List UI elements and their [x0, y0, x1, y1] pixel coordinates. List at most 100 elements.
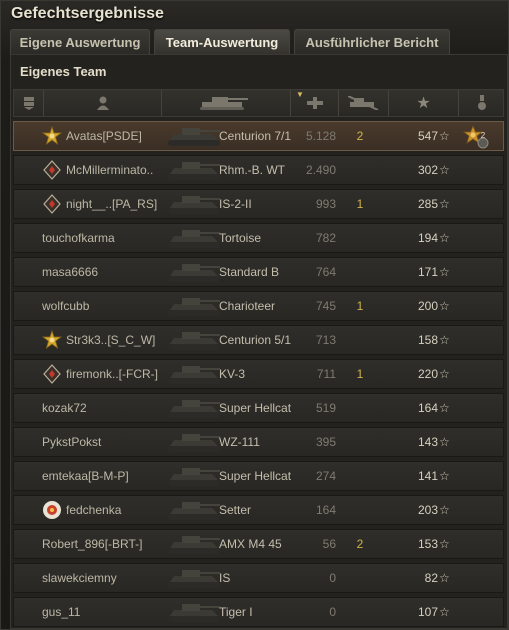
xp-value: 171	[417, 265, 438, 279]
player-row[interactable]: emtekaa[B-M-P] Super Hellcat 274 141 ☆	[13, 461, 504, 491]
tab-own-evaluation[interactable]: Eigene Auswertung	[10, 29, 150, 54]
player-row[interactable]: slawekciemny IS 0 82 ☆	[13, 563, 504, 593]
player-name[interactable]: slawekciemny	[42, 564, 117, 592]
battle-results-window: Gefechtsergebnisse Eigene Auswertung Tea…	[0, 0, 509, 630]
xp-star-icon: ☆	[439, 401, 450, 415]
player-row[interactable]: firemonk..[-FCR-] KV-3 711 1 220 ☆	[13, 359, 504, 389]
kills-value: 2	[356, 537, 364, 551]
player-row[interactable]: Str3k3..[S_C_W] Centurion 5/1 713 158 ☆	[13, 325, 504, 355]
medal-count: 2	[480, 131, 486, 140]
tank-name: Tortoise	[219, 231, 262, 245]
player-name[interactable]: touchofkarma	[42, 224, 115, 252]
tank-image-icon	[164, 564, 224, 592]
kills-value	[354, 394, 366, 422]
damage-value: 164	[315, 503, 336, 517]
team-panel: Eigenes Team ▼ ★ Avatas[PSDE] Centurion …	[10, 54, 508, 629]
xp-star-icon: ☆	[439, 231, 450, 245]
tab-detailed-report[interactable]: Ausführlicher Bericht	[294, 29, 450, 54]
tank-name: AMX M4 45	[219, 537, 282, 551]
tank-icon[interactable]	[162, 90, 291, 116]
player-name[interactable]: masa6666	[42, 258, 98, 286]
damage-value: 782	[315, 231, 336, 245]
xp-value: 203	[417, 503, 438, 517]
xp-star-icon: ☆	[439, 197, 450, 211]
player-icon[interactable]	[44, 90, 162, 116]
damage-value: 274	[315, 469, 336, 483]
player-name[interactable]: Str3k3..[S_C_W]	[66, 326, 155, 354]
xp-value: 220	[417, 367, 438, 381]
xp-star-icon: ☆	[439, 537, 450, 551]
tank-name: Tiger I	[219, 605, 253, 619]
player-name[interactable]: firemonk..[-FCR-]	[66, 360, 158, 388]
tank-image-icon	[164, 156, 224, 184]
red-diamond-icon	[42, 160, 62, 180]
gold-badge-icon	[41, 329, 63, 350]
kills-value: 1	[356, 299, 364, 313]
squad-icon[interactable]	[14, 90, 44, 116]
player-row[interactable]: fedchenka Setter 164 203 ☆	[13, 495, 504, 525]
player-name[interactable]: PykstPokst	[42, 428, 101, 456]
damage-value: 993	[315, 197, 336, 211]
tank-name: KV-3	[219, 367, 246, 381]
tank-name: IS	[219, 571, 231, 585]
damage-value: 395	[315, 435, 336, 449]
kills-value	[354, 496, 366, 524]
player-row[interactable]: Avatas[PSDE] Centurion 7/1 5.128 2 547 ☆ 2	[13, 121, 504, 151]
damage-value: 764	[315, 265, 336, 279]
player-row[interactable]: touchofkarma Tortoise 782 194 ☆	[13, 223, 504, 253]
damage-value: 713	[315, 333, 336, 347]
gold-badge-icon	[41, 125, 63, 146]
player-row[interactable]: kozak72 Super Hellcat 519 164 ☆	[13, 393, 504, 423]
player-name[interactable]: McMillerminato..	[66, 156, 153, 184]
xp-value: 158	[417, 333, 438, 347]
damage-value: 56	[322, 537, 336, 551]
tank-image-icon	[164, 292, 224, 320]
tank-image-icon	[164, 598, 224, 626]
tank-image-icon	[164, 190, 224, 218]
xp-star-icon: ☆	[439, 265, 450, 279]
tank-image-icon	[164, 462, 224, 490]
kills-value	[354, 598, 366, 626]
player-row[interactable]: PykstPokst WZ-111 395 143 ☆	[13, 427, 504, 457]
damage-icon[interactable]	[291, 90, 339, 116]
xp-value: 143	[417, 435, 438, 449]
damage-value: 0	[329, 605, 336, 619]
clan-emblem-icon	[42, 500, 62, 520]
xp-star-icon[interactable]: ★	[389, 90, 459, 116]
tab-bar: Eigene Auswertung Team-Auswertung Ausfüh…	[10, 29, 450, 54]
player-name[interactable]: fedchenka	[66, 496, 121, 524]
red-diamond-icon	[42, 364, 62, 384]
kills-icon[interactable]	[339, 90, 389, 116]
medal-icon[interactable]: 2	[462, 124, 490, 149]
player-name[interactable]: Avatas[PSDE]	[66, 122, 142, 150]
tank-image-icon	[164, 122, 224, 150]
player-row[interactable]: Robert_896[-BRT-] AMX M4 45 56 2 153 ☆	[13, 529, 504, 559]
kills-value	[354, 326, 366, 354]
xp-value: 164	[417, 401, 438, 415]
xp-value: 107	[417, 605, 438, 619]
tab-team-evaluation[interactable]: Team-Auswertung	[154, 29, 290, 54]
player-name[interactable]: wolfcubb	[42, 292, 89, 320]
player-name[interactable]: gus_11	[42, 598, 80, 626]
xp-star-icon: ☆	[439, 163, 450, 177]
player-name[interactable]: night__..[PA_RS]	[66, 190, 157, 218]
player-name[interactable]: Robert_896[-BRT-]	[42, 530, 143, 558]
kills-value	[354, 224, 366, 252]
medal-icon[interactable]	[459, 90, 504, 116]
tank-name: Super Hellcat	[219, 469, 292, 483]
player-row[interactable]: McMillerminato.. Rhm.-B. WT 2.490 302 ☆	[13, 155, 504, 185]
damage-value: 2.490	[305, 163, 336, 177]
xp-value: 153	[417, 537, 438, 551]
kills-value: 1	[356, 367, 364, 381]
tank-name: Setter	[219, 503, 252, 517]
xp-value: 194	[417, 231, 438, 245]
tank-name: Standard B	[219, 265, 280, 279]
player-row[interactable]: night__..[PA_RS] IS-2-II 993 1 285 ☆	[13, 189, 504, 219]
player-row[interactable]: masa6666 Standard B 764 171 ☆	[13, 257, 504, 287]
player-name[interactable]: kozak72	[42, 394, 87, 422]
xp-star-icon: ☆	[439, 129, 450, 143]
player-row[interactable]: wolfcubb Charioteer 745 1 200 ☆	[13, 291, 504, 321]
player-row[interactable]: gus_11 Tiger I 0 107 ☆	[13, 597, 504, 627]
xp-star-icon: ☆	[439, 435, 450, 449]
player-name[interactable]: emtekaa[B-M-P]	[42, 462, 129, 490]
